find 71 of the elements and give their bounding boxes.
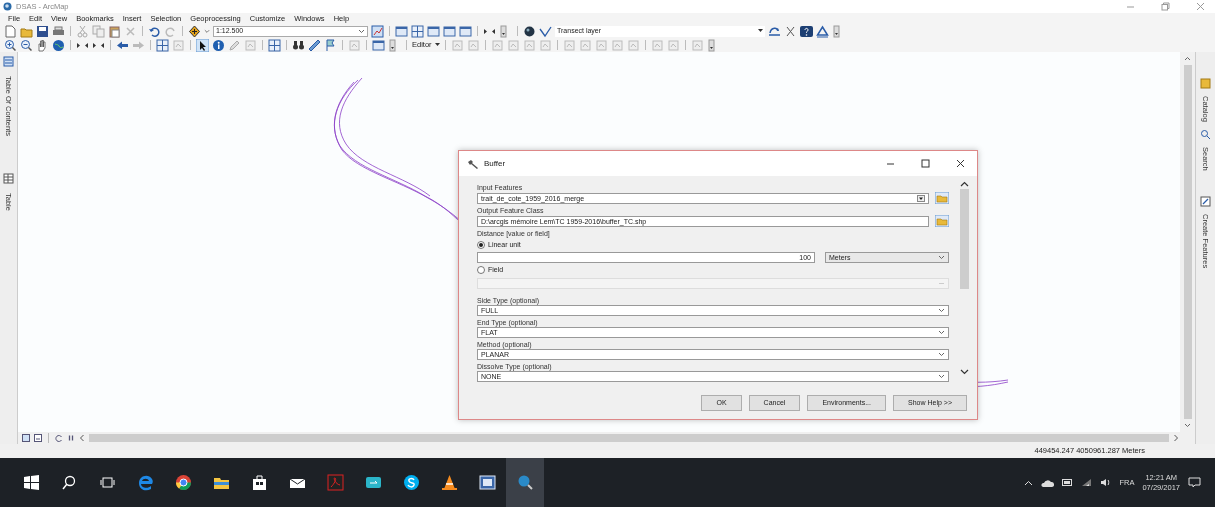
printer-icon[interactable] — [52, 24, 65, 38]
notifications-icon[interactable] — [1188, 477, 1201, 488]
globe-magnifier-icon[interactable] — [516, 474, 534, 491]
plus-diamond-icon[interactable] — [188, 24, 201, 38]
battery-icon[interactable] — [1062, 479, 1074, 486]
search-icon[interactable] — [60, 474, 78, 491]
speaker-icon[interactable] — [1100, 478, 1112, 487]
app-logo-icon — [3, 2, 12, 11]
ruler-icon[interactable] — [308, 38, 321, 52]
layers-icon[interactable] — [3, 56, 14, 67]
e-logo-icon[interactable] — [136, 474, 154, 491]
info-icon[interactable] — [212, 38, 225, 52]
close-icon[interactable] — [956, 159, 965, 168]
scrollbar-thumb[interactable] — [959, 189, 969, 289]
magnifier-plus-icon[interactable] — [4, 38, 17, 52]
scroll-down-icon[interactable] — [1184, 423, 1191, 428]
window-icon[interactable] — [395, 24, 408, 38]
grid-icon[interactable] — [156, 38, 169, 52]
radio-button[interactable] — [477, 266, 485, 274]
pencil-square-icon[interactable] — [1200, 195, 1211, 207]
layout-icon[interactable] — [371, 24, 384, 38]
dropdown-arrow-icon[interactable] — [434, 43, 440, 47]
line-tool-icon[interactable] — [539, 24, 552, 38]
dropdown-arrow-icon[interactable] — [758, 29, 763, 33]
grid-icon[interactable] — [411, 24, 424, 38]
refresh-icon[interactable] — [55, 434, 63, 442]
data-view-icon[interactable] — [22, 434, 30, 442]
pause-icon[interactable] — [67, 434, 75, 442]
scroll-down-icon[interactable] — [959, 369, 969, 375]
dropdown-arrow-icon[interactable] — [917, 194, 925, 202]
s-logo-icon[interactable] — [402, 474, 420, 491]
binoculars-icon[interactable] — [292, 38, 305, 52]
flag-icon[interactable] — [324, 38, 337, 52]
window-app-icon[interactable] — [478, 474, 496, 491]
radio-button[interactable] — [477, 241, 485, 249]
circle-logo-icon[interactable] — [174, 474, 192, 491]
scrollbar-thumb[interactable] — [1183, 65, 1192, 419]
layout-view-icon[interactable] — [34, 434, 42, 442]
chevron-up-icon[interactable] — [1024, 479, 1034, 486]
magnifier-minus-icon[interactable] — [20, 38, 33, 52]
ball-icon[interactable] — [523, 24, 536, 38]
cloud-icon[interactable] — [1041, 478, 1055, 487]
hand-icon[interactable] — [36, 38, 49, 52]
save-icon[interactable] — [36, 24, 49, 38]
curved-arrow-icon[interactable] — [768, 24, 781, 38]
question-mark-icon[interactable] — [800, 24, 813, 38]
clipboard-icon[interactable] — [108, 24, 121, 38]
cursor-icon[interactable] — [196, 38, 209, 52]
window-icon[interactable] — [443, 24, 456, 38]
traffic-cone-icon[interactable] — [440, 474, 458, 491]
x-cut-icon[interactable] — [784, 24, 797, 38]
shopping-bag-icon[interactable] — [250, 474, 268, 491]
undo-icon[interactable] — [148, 24, 161, 38]
task-view-icon[interactable] — [98, 474, 116, 491]
hammer-icon — [467, 158, 479, 169]
new-document-icon[interactable] — [4, 24, 17, 38]
scroll-up-icon[interactable] — [959, 181, 969, 187]
windows-logo-icon[interactable] — [22, 474, 40, 491]
window-icon[interactable] — [459, 24, 472, 38]
window-icon[interactable] — [427, 24, 440, 38]
maximize-icon[interactable] — [921, 159, 930, 168]
scrollbar-thumb[interactable] — [89, 434, 1169, 442]
window-icon[interactable] — [372, 38, 385, 52]
grid-icon[interactable] — [268, 38, 281, 52]
triangle-icon[interactable] — [816, 24, 829, 38]
globe-icon[interactable] — [52, 38, 65, 52]
table-icon[interactable] — [3, 173, 14, 185]
scroll-up-icon[interactable] — [1184, 56, 1191, 61]
wifi-icon[interactable] — [1081, 478, 1093, 487]
dialog-title: Buffer — [484, 157, 506, 170]
restore-icon[interactable] — [1161, 2, 1170, 11]
